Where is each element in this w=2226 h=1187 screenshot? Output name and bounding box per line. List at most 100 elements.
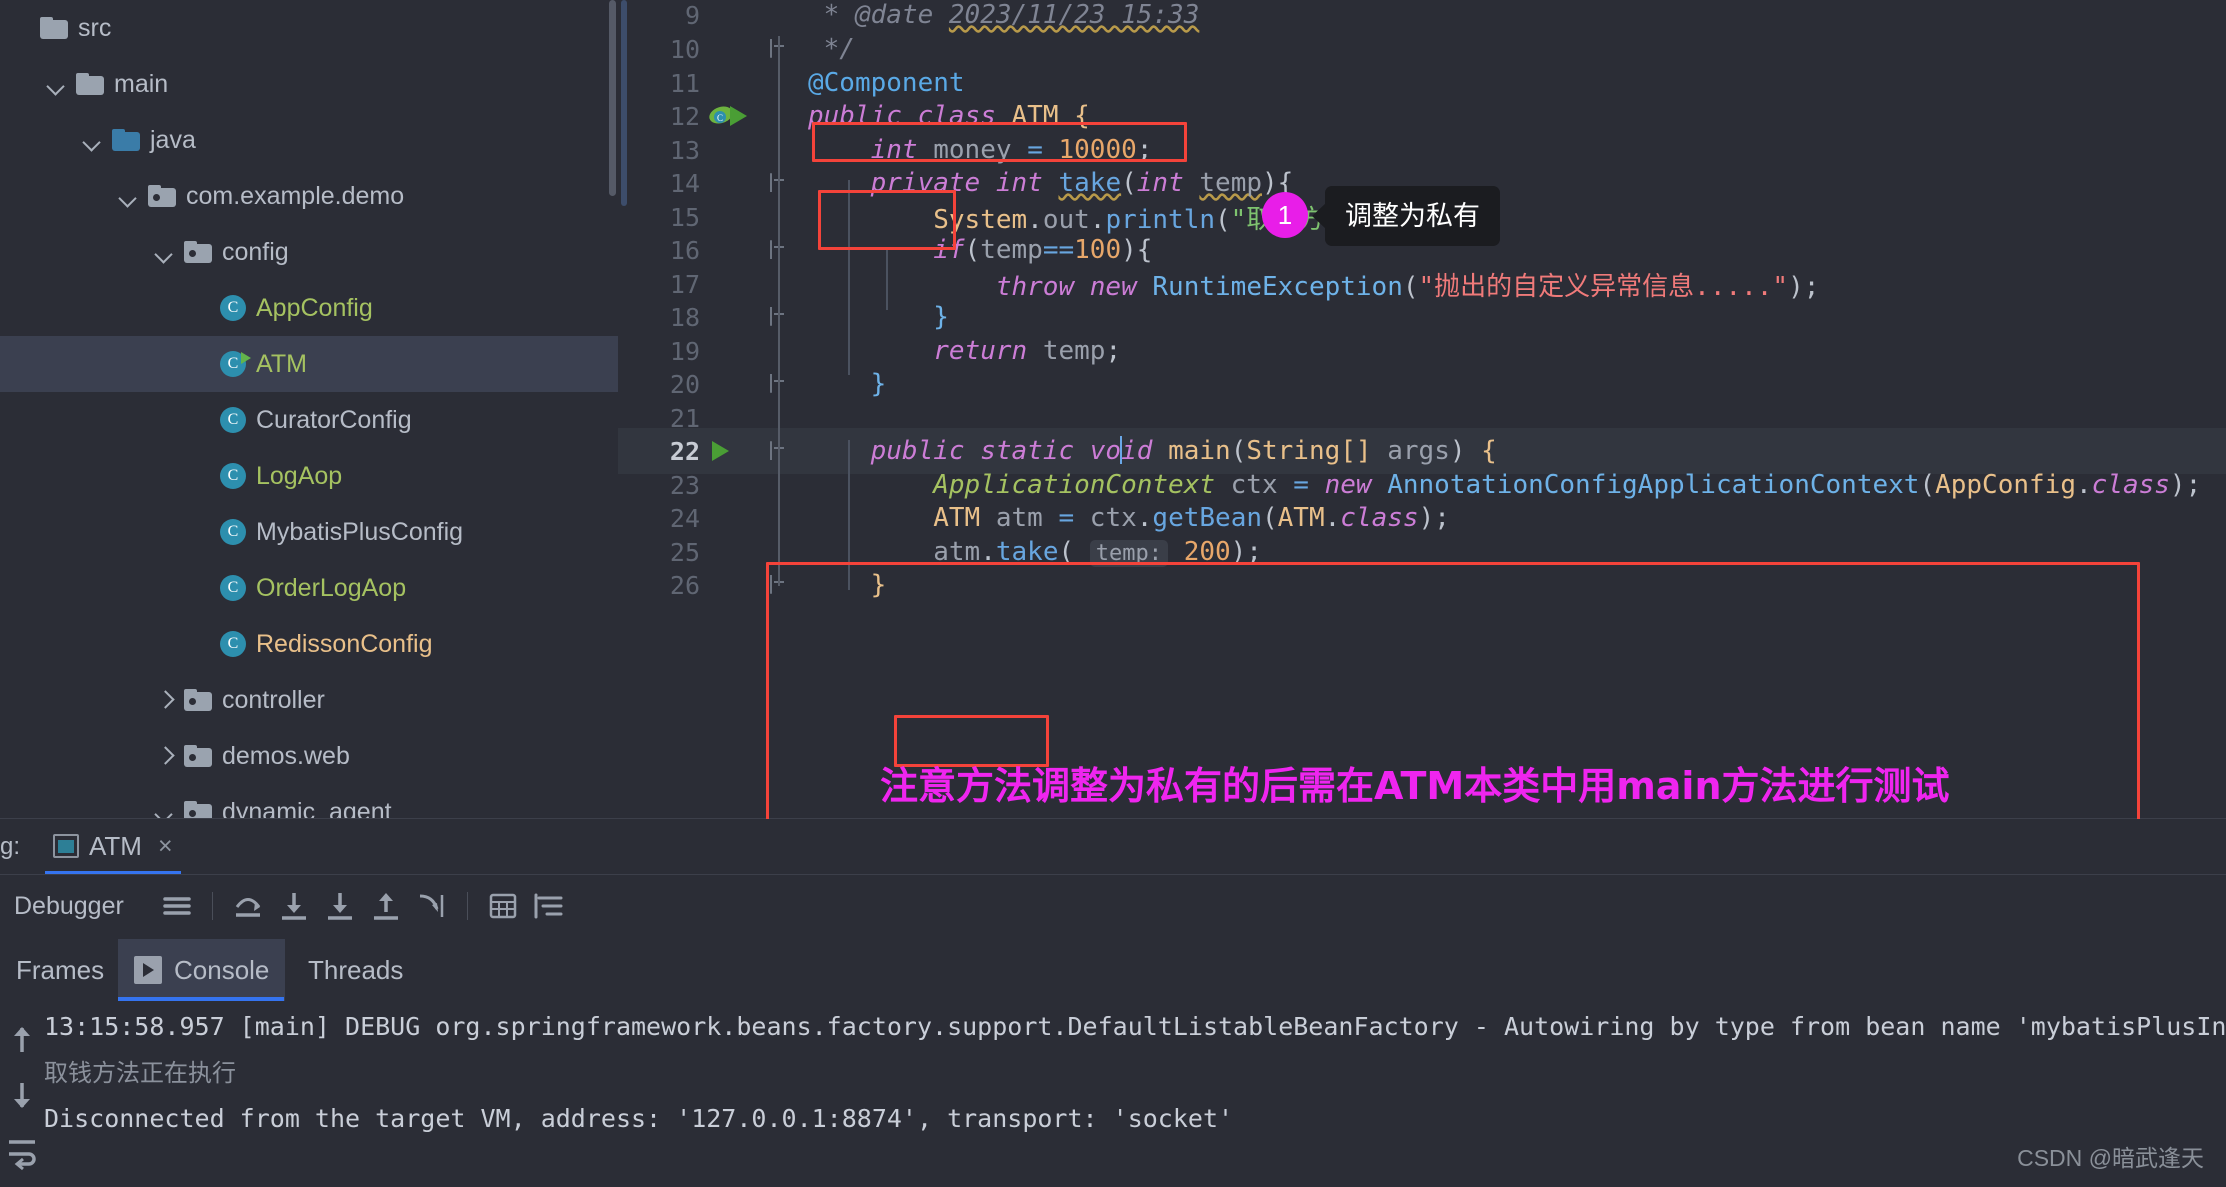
folder-icon [40, 17, 68, 39]
class-icon: C [220, 631, 246, 657]
chevron-down-icon[interactable] [152, 799, 178, 818]
tree-item-redissonconfig[interactable]: C RedissonConfig [0, 616, 618, 672]
toolbar-divider [211, 892, 213, 920]
project-tree[interactable]: src main java com.example.demo config C AppCon… [0, 0, 618, 818]
run-to-cursor-icon[interactable] [409, 883, 455, 929]
chevron-down-icon[interactable] [80, 127, 106, 153]
tree-item-controller[interactable]: controller [0, 672, 618, 728]
tree-item-label: CuratorConfig [256, 405, 412, 434]
annotation-badge-1: 1 [1262, 192, 1308, 238]
evaluate-icon[interactable] [480, 883, 526, 929]
console-icon [134, 956, 162, 984]
tree-item-label: ATM [256, 349, 307, 378]
tab-console[interactable]: Console [118, 939, 286, 1001]
console-output[interactable]: 13:15:58.957 [main] DEBUG org.springfram… [44, 1004, 2226, 1187]
tree-item-label: dynamic_agent [222, 797, 392, 819]
step-out-icon[interactable] [363, 883, 409, 929]
run-gutter-icon[interactable] [730, 106, 747, 126]
tree-item-label: controller [222, 685, 325, 714]
tab-label: Frames [16, 954, 105, 985]
tree-item-java[interactable]: java [0, 112, 618, 168]
chevron-right-icon[interactable] [152, 743, 178, 769]
tab-label: Threads [308, 954, 404, 985]
tree-item-orderlogaop[interactable]: C OrderLogAop [0, 560, 618, 616]
chevron-right-icon[interactable] [152, 687, 178, 713]
annotation-tooltip: 调整为私有 [1312, 186, 1500, 246]
run-tab-atm[interactable]: ATM × [45, 819, 181, 873]
folder-icon [76, 73, 104, 95]
force-step-into-icon[interactable] [317, 883, 363, 929]
tree-item-label: MybatisPlusConfig [256, 517, 464, 546]
run-gutter-icon[interactable] [712, 441, 729, 461]
run-tab-label: ATM [89, 830, 142, 861]
fold-guide [778, 36, 780, 586]
package-icon [184, 241, 212, 263]
run-config-prefix: g: [0, 833, 21, 860]
run-tab-row: g: ATM × [0, 819, 2226, 875]
package-icon [184, 745, 212, 767]
tree-item-dynamic-agent[interactable]: dynamic_agent [0, 784, 618, 818]
settings-icon[interactable] [526, 883, 572, 929]
close-icon[interactable]: × [158, 832, 173, 861]
chevron-down-icon[interactable] [152, 239, 178, 265]
tree-item-mybatisplusconfig[interactable]: C MybatisPlusConfig [0, 504, 618, 560]
chevron-down-icon[interactable] [116, 183, 142, 209]
tab-frames[interactable]: Frames [0, 939, 120, 1001]
tree-item-label: demos.web [222, 741, 350, 770]
package-icon [184, 689, 212, 711]
code-line[interactable]: 26 } [618, 562, 2226, 608]
chevron-down-icon[interactable] [44, 71, 70, 97]
debugger-toolbar: Debugger [0, 875, 2226, 937]
scroll-up-icon[interactable] [0, 1027, 44, 1070]
class-icon: C [220, 295, 246, 321]
tree-item-label: src [78, 13, 112, 42]
tree-item-atm[interactable]: C ATM [0, 336, 618, 392]
tree-item-appconfig[interactable]: C AppConfig [0, 280, 618, 336]
tree-item-label: main [114, 69, 169, 98]
tree-item-com-example-demo[interactable]: com.example.demo [0, 168, 618, 224]
class-icon: C [220, 575, 246, 601]
package-icon [148, 185, 176, 207]
scroll-down-icon[interactable] [0, 1083, 44, 1127]
debug-tool-window: g: ATM × Debugger Frames Console Threads… [0, 819, 2226, 1187]
debugger-label: Debugger [14, 891, 124, 920]
watermark: CSDN @暗武逢天 [2017, 1145, 2204, 1171]
toolbar-divider [466, 892, 468, 920]
console-side-toolbar [0, 1014, 44, 1187]
ide-window: src main java com.example.demo config C AppCon… [0, 0, 2226, 1187]
class-icon: C [220, 519, 246, 545]
console-line: 13:15:58.957 [main] DEBUG org.springfram… [44, 1012, 2226, 1041]
code-editor[interactable]: 9 * @date 2023/11/23 15:33 10 */ 11 @Com… [618, 0, 2226, 818]
class-icon: C [220, 463, 246, 489]
tree-item-config[interactable]: config [0, 224, 618, 280]
annotation-note: 注意方法调整为私有的后需在ATM本类中用main方法进行测试 [880, 764, 1950, 808]
tree-scrollbar[interactable] [609, 0, 616, 196]
menu-icon[interactable] [154, 883, 200, 929]
tree-item-label: com.example.demo [186, 181, 405, 210]
class-icon: C [220, 407, 246, 433]
indent-guide [848, 440, 850, 590]
package-icon [184, 801, 212, 818]
tree-item-logaop[interactable]: C LogAop [0, 448, 618, 504]
run-marker-icon [241, 352, 251, 364]
step-into-icon[interactable] [271, 883, 317, 929]
tab-threads[interactable]: Threads [292, 939, 419, 1001]
console-line: Disconnected from the target VM, address… [44, 1104, 1234, 1133]
soft-wrap-icon[interactable] [0, 1140, 44, 1184]
step-over-icon[interactable] [225, 883, 271, 929]
folder-icon [112, 129, 140, 151]
tree-item-src[interactable]: src [0, 0, 618, 56]
tree-item-label: LogAop [256, 461, 343, 490]
line-number: 26 [669, 570, 700, 600]
tree-item-demos-web[interactable]: demos.web [0, 728, 618, 784]
debug-tabs: Frames Console Threads [0, 939, 2226, 1001]
tree-item-main[interactable]: main [0, 56, 618, 112]
tree-item-curatorconfig[interactable]: C CuratorConfig [0, 392, 618, 448]
